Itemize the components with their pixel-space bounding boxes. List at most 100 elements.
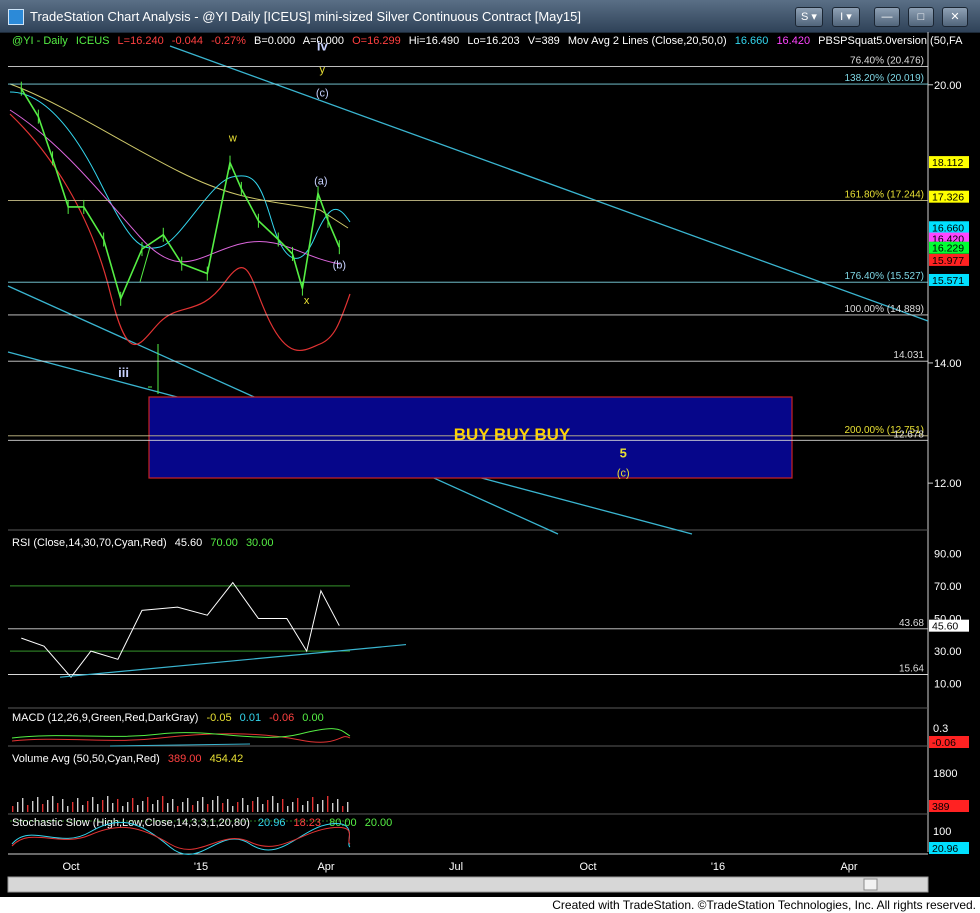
volume-bar — [17, 802, 19, 812]
wave-label-3: w — [228, 132, 237, 144]
symbol-dropdown-button[interactable]: S ▾ — [795, 7, 823, 27]
volume-bar — [77, 798, 79, 812]
volume-bar — [197, 801, 199, 812]
price-badge-2: 16.660 — [932, 222, 964, 234]
header-pbs: PBSPSquat5.0version (50,FA — [818, 35, 963, 47]
price-badge-0: 18.112 — [932, 157, 963, 169]
volume-bar — [52, 796, 54, 812]
fib-level-label-5: 14.031 — [893, 350, 924, 361]
volume-bar — [202, 797, 204, 812]
wave-label-5: (b) — [333, 260, 346, 272]
ma20-line — [9, 91, 351, 259]
pane3-badge-0: 389 — [932, 801, 950, 813]
volume-bar — [312, 797, 314, 812]
header-line: @YI - Daily ICEUS L=16.240 -0.044 -0.27%… — [12, 35, 963, 47]
volume-bar — [37, 797, 39, 812]
volume-bar — [47, 800, 49, 812]
volume-bar — [292, 802, 294, 812]
price-y-tick-1: 14.00 — [934, 358, 962, 370]
macd-zero: 0.00 — [302, 712, 323, 724]
rsi-level-label-0: 43.68 — [899, 618, 924, 629]
volume-bar — [322, 800, 324, 812]
header-change: -0.044 — [172, 35, 203, 47]
fib-level-label-0: 76.40% (20.476) — [850, 55, 924, 66]
volume-bar — [162, 796, 164, 812]
maximize-button[interactable]: □ — [908, 7, 934, 27]
wave-label-9: (c) — [617, 468, 630, 480]
volume-bar — [252, 801, 254, 812]
volume-bar — [337, 799, 339, 812]
macd-signal-line — [11, 733, 351, 743]
volume-bar — [332, 803, 334, 812]
volume-bar — [117, 799, 119, 812]
close-button[interactable]: ✕ — [942, 7, 968, 27]
header-mov-avg: Mov Avg 2 Lines (Close,20,50,0) — [568, 35, 727, 47]
buy-zone-label: BUY BUY BUY — [454, 425, 571, 444]
chart-window: TradeStation Chart Analysis - @YI Daily … — [0, 0, 980, 913]
volume-bar — [257, 797, 259, 812]
x-tick-apr-16: Apr — [840, 861, 857, 873]
time-axis-labels: Oct '15 Apr Jul Oct '16 Apr — [62, 861, 857, 873]
ma50-line — [9, 109, 341, 265]
volume-bar — [87, 801, 89, 812]
volume-y-tick: 1800 — [933, 768, 957, 780]
volume-bar — [97, 804, 99, 812]
rsi-y-tick-3: 30.00 — [934, 646, 962, 658]
header-bid: B=0.000 — [254, 35, 295, 47]
volume-bar — [327, 796, 329, 812]
volume-bar — [112, 803, 114, 812]
price-y-tick-2: 12.00 — [934, 478, 962, 490]
volume-bar — [67, 806, 69, 812]
header-high: Hi=16.490 — [409, 35, 459, 47]
x-tick-oct-14: Oct — [62, 861, 79, 873]
rsi-y-tick-1: 70.00 — [934, 581, 962, 593]
time-scrollbar[interactable] — [7, 876, 929, 893]
fib-level-label-4: 100.00% (14.889) — [844, 304, 924, 315]
volume-bar — [137, 805, 139, 812]
time-scrollbar-thumb[interactable] — [863, 878, 878, 891]
volume-bar — [22, 798, 24, 812]
volume-bar — [217, 796, 219, 812]
title-bar[interactable]: TradeStation Chart Analysis - @YI Daily … — [0, 0, 980, 33]
window-title: TradeStation Chart Analysis - @YI Daily … — [30, 9, 581, 24]
x-tick-jul-15: Jul — [449, 861, 463, 873]
volume-bar — [302, 805, 304, 812]
volume-bar — [227, 799, 229, 812]
price-y-tick-0: 20.00 — [934, 80, 962, 92]
volume-bar — [157, 800, 159, 812]
volume-bar — [222, 803, 224, 812]
price-badge-1: 17.326 — [932, 192, 964, 204]
info-dropdown-button[interactable]: I ▾ — [832, 7, 860, 27]
price-badge-4: 16.229 — [932, 243, 964, 255]
volume-bar — [317, 804, 319, 812]
stochastic-y-tick: 100 — [933, 826, 951, 838]
wave-label-4: (a) — [314, 175, 327, 187]
volume-bar — [182, 802, 184, 812]
x-tick-15: '15 — [194, 861, 208, 873]
volume-bar — [82, 805, 84, 812]
footer-bar: Created with TradeStation. ©TradeStation… — [0, 897, 980, 913]
header-exchange: ICEUS — [76, 35, 110, 47]
volume-title: Volume Avg (50,50,Cyan,Red) — [12, 753, 160, 765]
macd-y-tick: 0.3 — [933, 723, 948, 735]
price-badge-5: 15.977 — [932, 255, 964, 267]
stochastic-k: 20.96 — [258, 817, 286, 829]
chart-area[interactable]: @YI - Daily ICEUS L=16.240 -0.044 -0.27%… — [0, 32, 980, 897]
rsi-y-tick-4: 10.00 — [934, 679, 962, 691]
volume-bar — [147, 797, 149, 812]
channel-line-upper — [169, 45, 929, 322]
volume-bar — [247, 805, 249, 812]
volume-bar — [242, 798, 244, 812]
volume-title-line: Volume Avg (50,50,Cyan,Red) 389.00 454.4… — [12, 753, 243, 765]
minimize-button[interactable]: — — [874, 7, 900, 27]
pane2-badge-0: -0.06 — [932, 737, 956, 749]
header-ma-slow: 16.420 — [776, 35, 810, 47]
rsi-badge-0: 45.60 — [932, 621, 958, 633]
volume-bar — [122, 806, 124, 812]
volume-bar — [167, 803, 169, 812]
volume-bar — [102, 800, 104, 812]
x-tick-oct-15: Oct — [579, 861, 596, 873]
wave-label-8: 5 — [620, 446, 627, 461]
rsi-y-tick-0: 90.00 — [934, 548, 962, 560]
header-ma-fast: 16.660 — [735, 35, 769, 47]
